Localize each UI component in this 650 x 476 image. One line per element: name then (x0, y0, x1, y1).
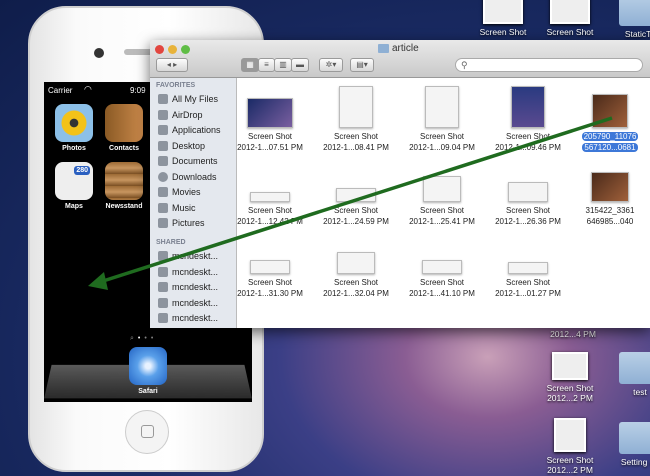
arrow-line (99, 116, 613, 284)
arrow-head (88, 272, 108, 290)
drag-arrow (88, 116, 613, 290)
